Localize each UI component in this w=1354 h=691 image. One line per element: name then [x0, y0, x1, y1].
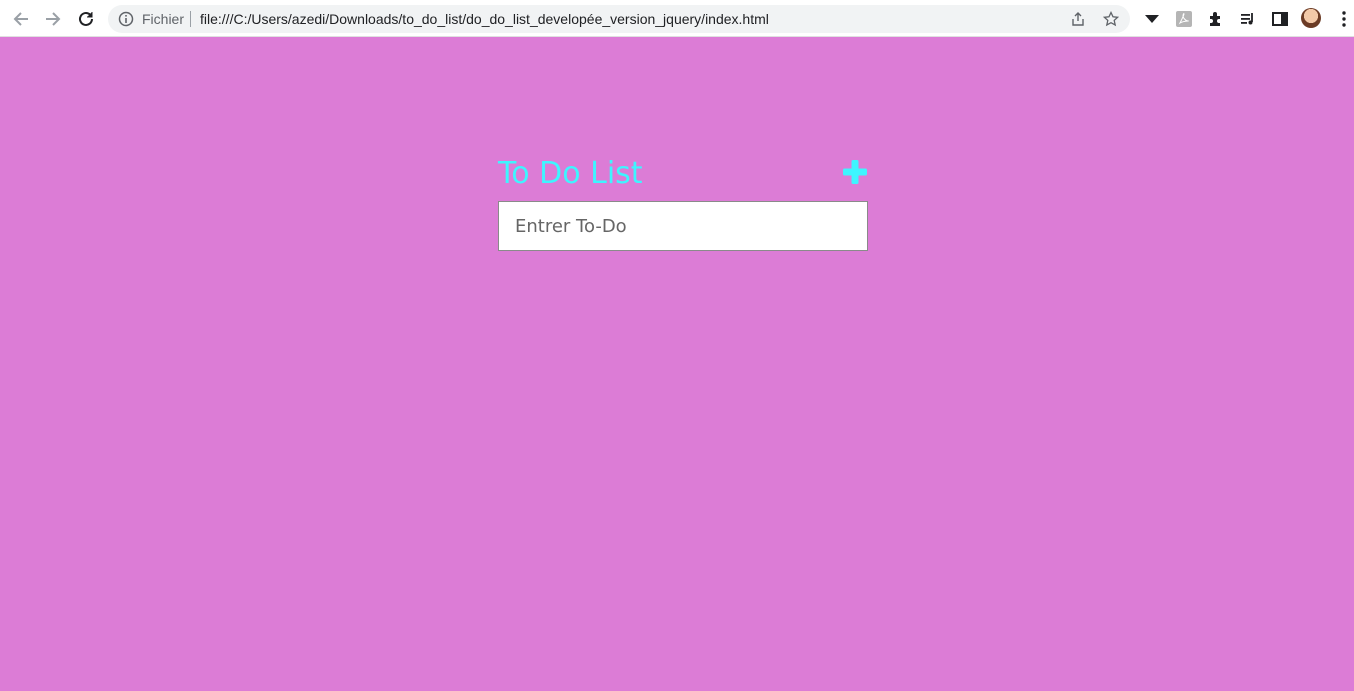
more-menu-icon[interactable] — [1334, 9, 1354, 29]
side-panel-icon[interactable] — [1270, 9, 1290, 29]
share-icon[interactable] — [1070, 11, 1086, 27]
back-button[interactable] — [10, 8, 32, 30]
url-text[interactable]: file:///C:/Users/azedi/Downloads/to_do_l… — [200, 11, 769, 27]
browser-toolbar: Fichier file:///C:/Users/azedi/Downloads… — [0, 0, 1354, 37]
todo-input[interactable] — [498, 201, 868, 251]
forward-button[interactable] — [42, 8, 64, 30]
reload-icon — [79, 11, 93, 26]
media-queue-icon[interactable] — [1238, 9, 1258, 29]
add-todo-button[interactable] — [842, 159, 868, 185]
app-title: To Do List — [498, 156, 643, 191]
back-arrow-icon — [13, 12, 28, 26]
page-content: To Do List — [0, 37, 1354, 691]
dropdown-triangle-icon[interactable] — [1142, 9, 1162, 29]
site-info-icon[interactable] — [118, 11, 134, 27]
address-separator — [190, 11, 191, 27]
reload-button[interactable] — [75, 8, 97, 30]
forward-arrow-icon — [46, 12, 61, 26]
plus-icon — [843, 160, 867, 184]
bookmark-star-icon[interactable] — [1103, 11, 1119, 27]
address-bar[interactable]: Fichier file:///C:/Users/azedi/Downloads… — [108, 5, 1130, 33]
profile-avatar[interactable] — [1301, 8, 1321, 28]
extensions-puzzle-icon[interactable] — [1206, 9, 1226, 29]
scheme-label: Fichier — [142, 11, 185, 27]
pdf-extension-icon[interactable] — [1174, 9, 1194, 29]
